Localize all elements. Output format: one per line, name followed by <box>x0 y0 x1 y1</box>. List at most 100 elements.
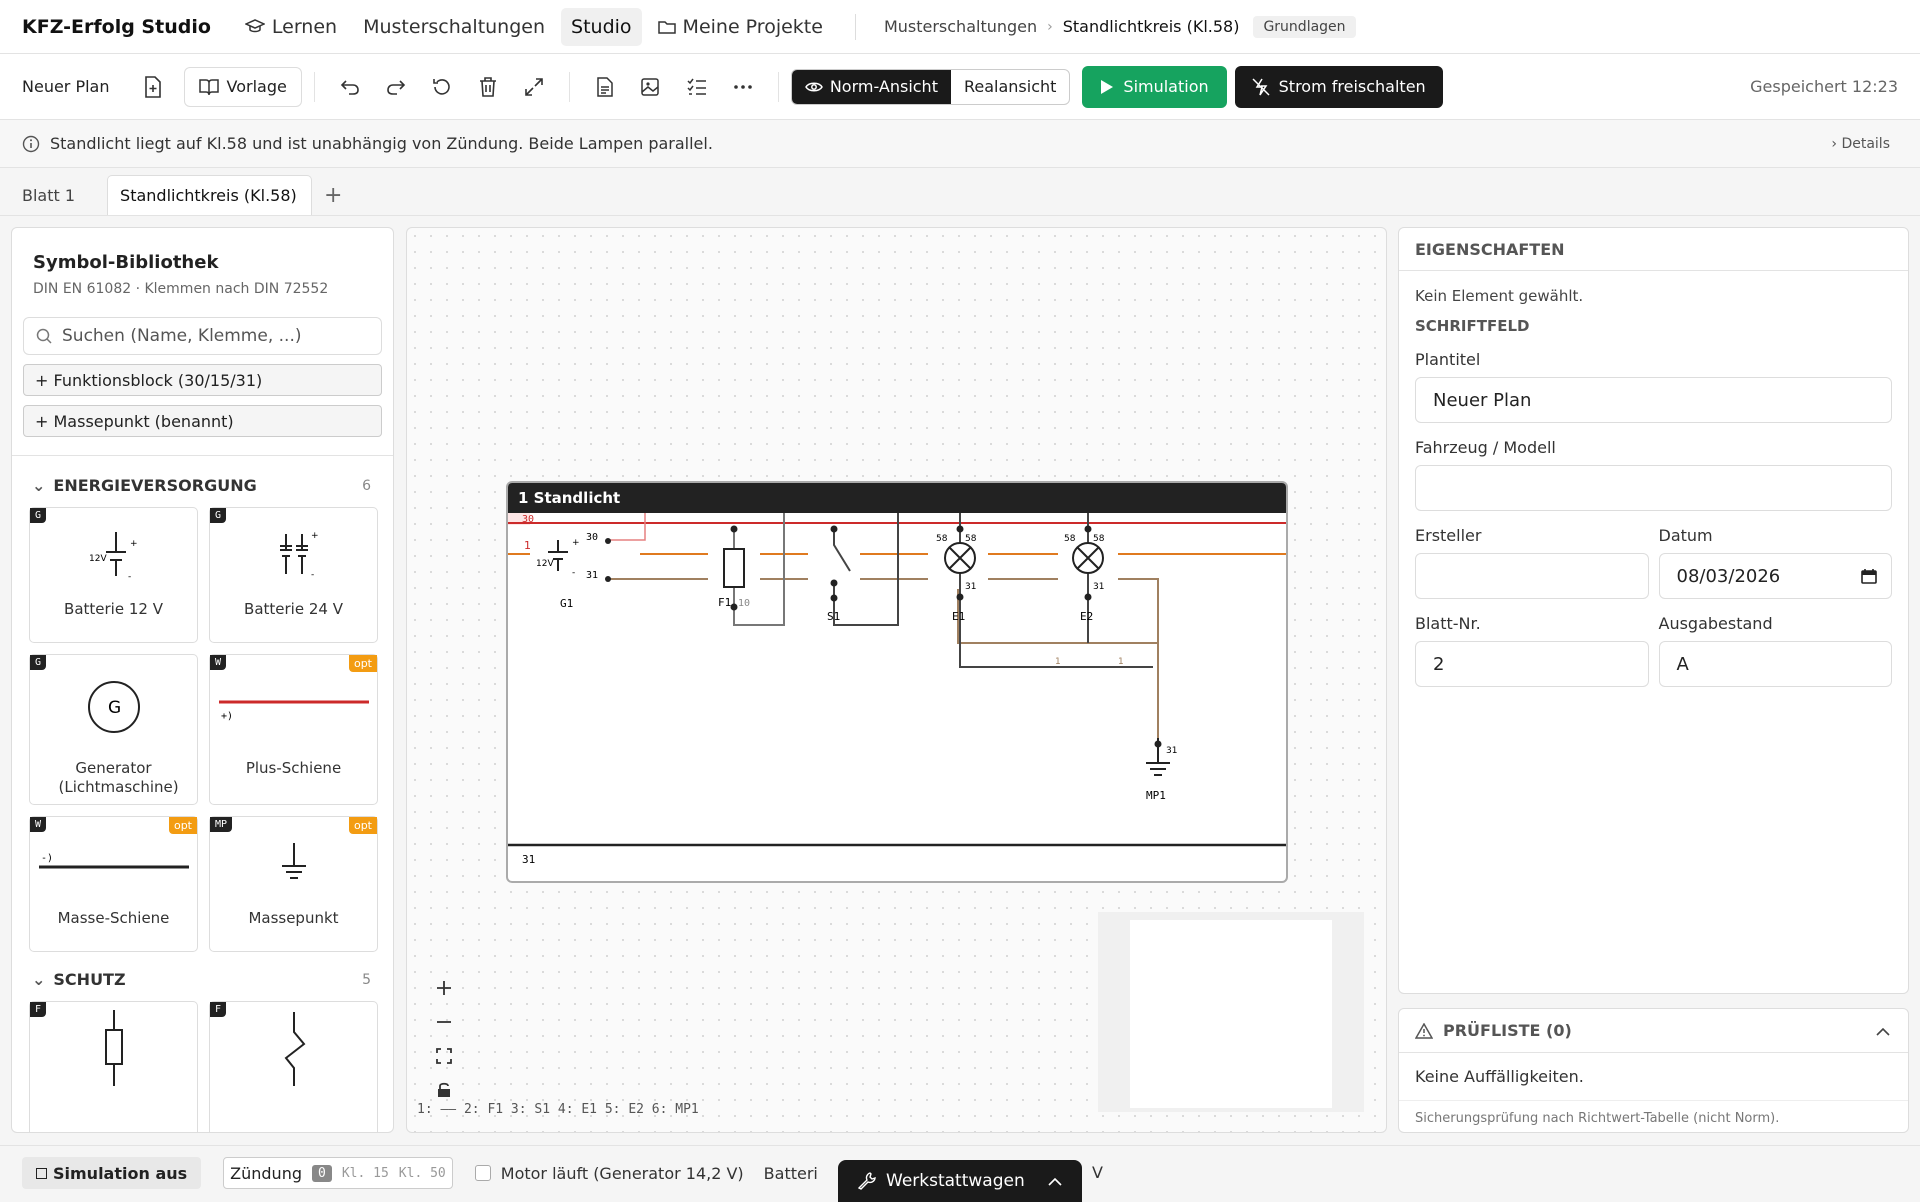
undo-button[interactable] <box>330 67 370 107</box>
tab-sheet-1[interactable]: Blatt 1 <box>10 175 87 215</box>
motor-running-checkbox[interactable]: Motor läuft (Generator 14,2 V) <box>474 1164 744 1183</box>
add-function-block-button[interactable]: + Funktionsblock (30/15/31) <box>23 364 382 396</box>
author-input[interactable] <box>1415 553 1649 599</box>
battery-t30: 30 <box>586 532 598 543</box>
add-tab-button[interactable]: + <box>312 175 354 215</box>
symbol-tag: G <box>30 655 47 670</box>
section-protection[interactable]: ⌄ SCHUTZ 5 <box>32 970 393 989</box>
library-search-input[interactable]: Suchen (Name, Klemme, ...) <box>23 317 382 355</box>
brand-logo[interactable]: KFZ-Erfolg Studio <box>22 16 211 38</box>
checklist-button[interactable] <box>677 67 717 107</box>
plantitel-input[interactable]: Neuer Plan <box>1415 377 1892 423</box>
symbol-battery-24v[interactable]: G + - Batterie 24 V <box>209 507 378 643</box>
lamp-e2-t31: 31 <box>1093 582 1104 592</box>
more-horizontal-icon <box>734 84 752 89</box>
new-file-button[interactable] <box>133 67 173 107</box>
nav-studio[interactable]: Studio <box>561 7 642 46</box>
reset-button[interactable] <box>422 67 462 107</box>
zoom-out-button[interactable] <box>422 1007 466 1037</box>
power-button[interactable]: Strom freischalten <box>1234 65 1443 108</box>
author-label: Ersteller <box>1415 526 1482 545</box>
nav-learn[interactable]: Lernen <box>235 8 347 46</box>
optional-badge: opt <box>168 817 197 834</box>
symbol-tag: G <box>210 508 227 523</box>
fuse-symbol <box>723 548 745 588</box>
ignition-switch[interactable]: Zündung 0 Kl. 15 Kl. 50 <box>223 1157 453 1189</box>
warning-icon <box>1415 1022 1433 1039</box>
symbol-fuse[interactable]: F <box>29 1001 198 1132</box>
edition-input[interactable]: A <box>1658 641 1892 687</box>
lamp-e1-t31: 31 <box>965 582 976 592</box>
wire-plus <box>608 513 646 541</box>
fit-view-button[interactable] <box>422 1041 466 1071</box>
lock-button[interactable] <box>422 1075 466 1105</box>
circuit-diagram: 30 1 + - 12V 30 31 G1 F1 10 S1 58 58 31 … <box>508 513 1286 866</box>
plus-rail-text: +) <box>221 711 233 722</box>
level-badge: Grundlagen <box>1253 15 1356 38</box>
symbol-label: Massepunkt <box>248 909 339 927</box>
breadcrumb-parent[interactable]: Musterschaltungen <box>884 17 1037 36</box>
ignition-pos-15[interactable]: Kl. 15 <box>342 1166 389 1181</box>
info-text: Standlicht liegt auf Kl.58 und ist unabh… <box>50 134 713 153</box>
nav-projects[interactable]: Meine Projekte <box>648 8 833 46</box>
symbol-plus-rail[interactable]: W opt +) Plus-Schiene <box>209 654 378 805</box>
export-pdf-button[interactable] <box>585 67 625 107</box>
schematic-canvas[interactable]: 1 Standlicht 30 1 + - 12V 30 31 G1 F1 10… <box>406 227 1387 1133</box>
details-toggle[interactable]: › Details <box>1831 136 1890 152</box>
generator-icon: G <box>30 655 197 759</box>
symbol-thermal-fuse[interactable]: F <box>209 1001 378 1132</box>
wire-31 <box>608 578 1159 738</box>
template-button[interactable]: Vorlage <box>183 66 302 107</box>
tab-standlicht[interactable]: Standlichtkreis (Kl.58) <box>107 175 313 215</box>
calendar-icon[interactable] <box>1861 568 1877 584</box>
export-image-button[interactable] <box>631 67 671 107</box>
symbol-generator[interactable]: G G Generator (Lichtmaschine) <box>29 654 198 805</box>
checklist-header[interactable]: PRÜFLISTE (0) <box>1399 1009 1908 1053</box>
delete-button[interactable] <box>468 67 508 107</box>
minimap[interactable] <box>1098 912 1364 1112</box>
section-energy[interactable]: ⌄ ENERGIEVERSORGUNG 6 <box>32 476 393 495</box>
properties-panel: EIGENSCHAFTEN Kein Element gewählt. SCHR… <box>1398 227 1909 994</box>
vehicle-input[interactable] <box>1415 465 1892 511</box>
section-protection-title: SCHUTZ <box>53 970 126 989</box>
chevron-up-icon <box>1048 1171 1062 1191</box>
ignition-pos-0[interactable]: 0 <box>312 1164 332 1182</box>
zoom-in-button[interactable] <box>422 973 466 1003</box>
real-view-button[interactable]: Realansicht <box>951 70 1069 104</box>
workshop-drawer[interactable]: Werkstattwagen <box>838 1160 1082 1202</box>
date-value: 08/03/2026 <box>1676 565 1781 587</box>
fuse-icon <box>30 1002 197 1094</box>
chevron-up-icon[interactable] <box>1876 1021 1890 1040</box>
nav-muster[interactable]: Musterschaltungen <box>353 8 555 46</box>
svg-text:-: - <box>128 572 131 582</box>
author-date-row: Ersteller Datum 08/03/2026 <box>1415 511 1892 599</box>
more-button[interactable] <box>723 67 763 107</box>
symbol-ground-point[interactable]: MP opt Massepunkt <box>209 816 378 952</box>
simulation-button[interactable]: Simulation <box>1082 65 1227 108</box>
checkbox-box[interactable] <box>474 1165 491 1181</box>
battery-volt: 12V <box>536 559 554 569</box>
lamp-e1-id: E1 <box>952 610 965 623</box>
symbol-ground-rail[interactable]: W opt -) Masse-Schiene <box>29 816 198 952</box>
wire-label-a: 1 <box>1055 657 1061 667</box>
properties-title: EIGENSCHAFTEN <box>1399 228 1908 271</box>
title-block-heading: SCHRIFTFELD <box>1415 317 1530 335</box>
symbol-battery-12v[interactable]: G + - 12V Batterie 12 V <box>29 507 198 643</box>
add-ground-point-button[interactable]: + Massepunkt (benannt) <box>23 405 382 437</box>
sheet-no-input[interactable]: 2 <box>1415 641 1649 687</box>
circuit-frame[interactable]: 1 Standlicht 30 1 + - 12V 30 31 G1 F1 10… <box>506 481 1288 883</box>
symbol-label: Generator (Lichtmaschine) <box>58 759 179 796</box>
nav-studio-label: Studio <box>571 15 632 38</box>
redo-button[interactable] <box>376 67 416 107</box>
plan-name[interactable]: Neuer Plan <box>22 77 110 96</box>
norm-view-button[interactable]: Norm-Ansicht <box>791 69 951 104</box>
library-title: Symbol-Bibliothek <box>33 252 219 273</box>
fullscreen-button[interactable] <box>514 67 554 107</box>
symbol-label: Batterie 24 V <box>244 600 343 618</box>
eye-icon <box>804 82 823 91</box>
norm-view-label: Norm-Ansicht <box>829 77 938 96</box>
simulation-off-button[interactable]: Simulation aus <box>22 1157 202 1189</box>
ignition-pos-50[interactable]: Kl. 50 <box>399 1166 446 1181</box>
date-input[interactable]: 08/03/2026 <box>1658 553 1892 599</box>
fuse-id: F1 <box>718 596 731 609</box>
